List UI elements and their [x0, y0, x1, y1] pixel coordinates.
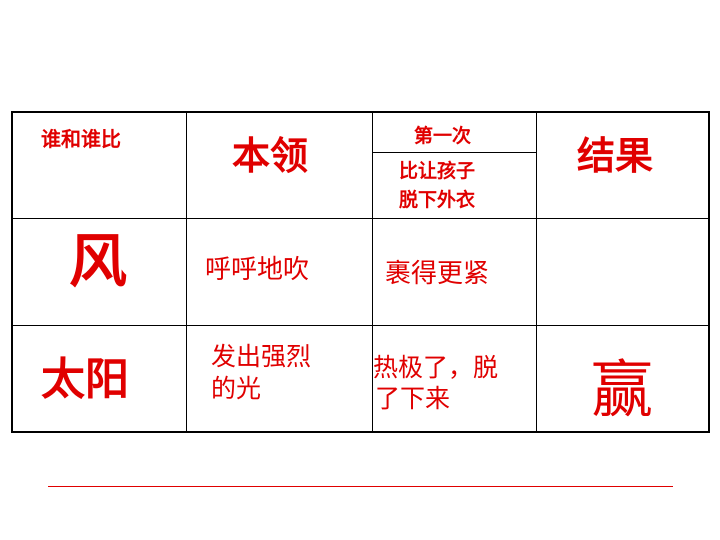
header-who: 谁和谁比 [41, 127, 121, 151]
row-divider [13, 218, 708, 219]
row-divider [13, 325, 708, 326]
column-divider [186, 113, 187, 431]
row-sun-result: 赢 [591, 353, 654, 426]
row-sun-who: 太阳 [41, 354, 129, 405]
row-wind-contest: 裹得更紧 [385, 259, 490, 289]
header-contest-line2: 比让孩子 [399, 160, 476, 182]
bottom-rule [48, 486, 673, 487]
row-sun-skill-line1: 发出强烈 [211, 342, 312, 371]
header-skill: 本领 [232, 134, 309, 178]
row-wind-who: 风 [69, 227, 128, 295]
header-sub-divider [372, 152, 536, 153]
row-sun-contest-line2: 了下来 [375, 384, 451, 413]
header-result: 结果 [577, 134, 654, 178]
row-wind-skill: 呼呼地吹 [205, 255, 310, 285]
row-sun-skill-line2: 的光 [211, 374, 262, 403]
column-divider [536, 113, 537, 431]
header-contest-line3: 脱下外衣 [399, 189, 476, 211]
header-contest-line1: 第一次 [414, 125, 472, 147]
comparison-table: 谁和谁比 本领 第一次 比让孩子 脱下外衣 结果 风 呼呼地吹 裹得更紧 太阳 … [11, 111, 710, 433]
